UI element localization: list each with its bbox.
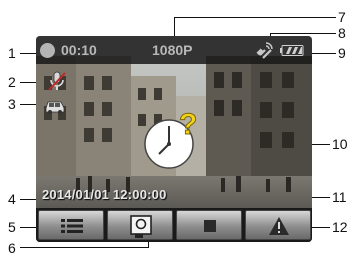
leader-line-6 [20, 247, 148, 248]
video-resolution: 1080P [152, 42, 193, 58]
emergency-button[interactable] [245, 210, 311, 240]
battery-icon [280, 45, 304, 56]
status-bar: 00:10 1080P [36, 36, 312, 64]
car-icon [45, 101, 65, 114]
callout-1: 1 [8, 45, 16, 61]
callout-8: 8 [338, 25, 346, 41]
callout-11: 11 [332, 189, 347, 205]
camera-lcd-screen: 00:10 1080P ? 2014/01/01 12:00:00 [36, 36, 312, 242]
callout-10: 10 [332, 136, 348, 152]
callout-12: 12 [332, 219, 348, 235]
leader-line-8 [270, 33, 336, 34]
recording-indicator-icon [40, 43, 55, 58]
warning-icon [269, 217, 289, 235]
callout-3: 3 [8, 96, 16, 112]
microphone-icon [48, 71, 66, 91]
bottom-toolbar [36, 208, 312, 242]
stop-icon [204, 220, 216, 232]
callout-7: 7 [338, 9, 346, 25]
recording-time: 00:10 [61, 42, 97, 58]
svg-text:?: ? [179, 108, 197, 141]
leader-line-7 [174, 17, 336, 18]
datetime-stamp: 2014/01/01 12:00:00 [42, 187, 167, 202]
callout-5: 5 [8, 219, 16, 235]
stop-record-button[interactable] [176, 210, 242, 240]
callout-9: 9 [338, 45, 346, 61]
gps-satellite-icon [256, 42, 273, 59]
menu-list-icon [61, 219, 83, 233]
snapshot-button[interactable] [107, 210, 173, 240]
snapshot-icon [130, 215, 152, 238]
menu-button[interactable] [38, 210, 104, 240]
callout-4: 4 [8, 191, 16, 207]
callout-2: 2 [8, 74, 16, 90]
clock-question-icon: ? [144, 108, 198, 169]
